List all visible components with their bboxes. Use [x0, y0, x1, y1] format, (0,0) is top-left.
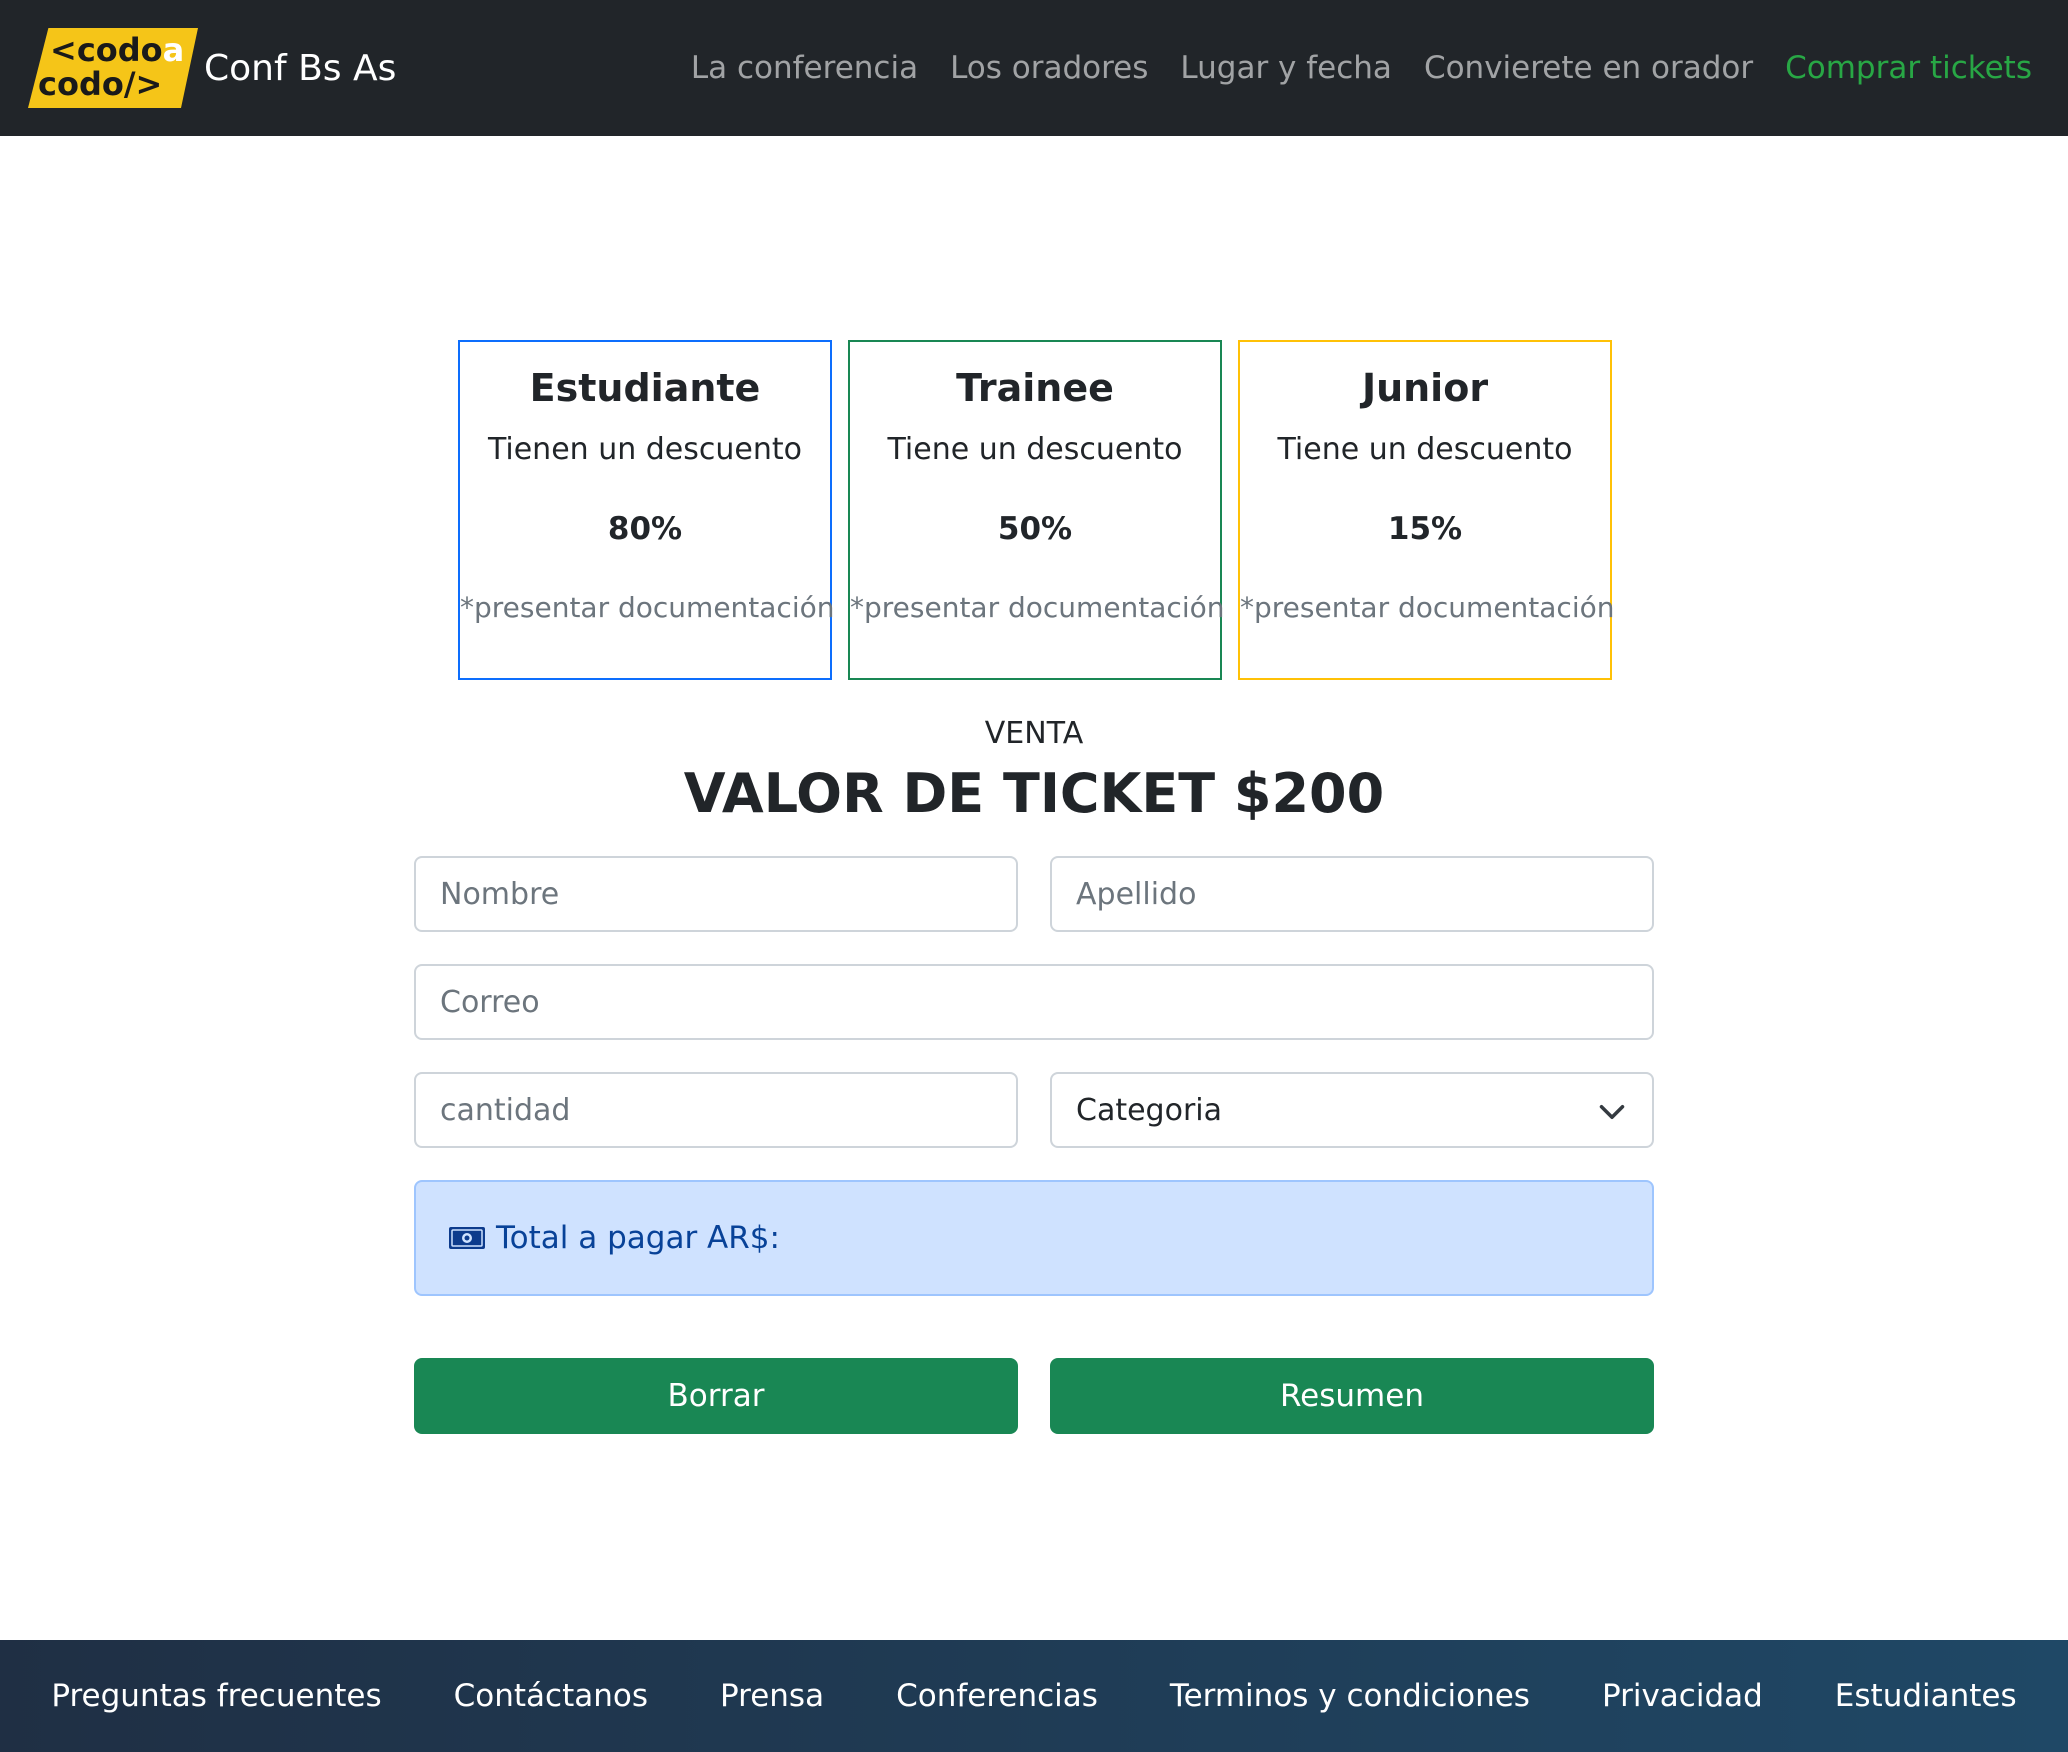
card-note: *presentar documentación: [1240, 591, 1615, 624]
nav-link-comprar-tickets[interactable]: Comprar tickets: [1785, 50, 2032, 86]
footer-link-preguntas-frecuentes[interactable]: Preguntas frecuentes: [51, 1678, 381, 1714]
card-title: Junior: [1361, 366, 1489, 410]
logo-text-accent: a: [162, 31, 185, 69]
nombre-input[interactable]: [414, 856, 1018, 932]
logo-text-line1: <codo: [50, 31, 163, 69]
borrar-button[interactable]: Borrar: [414, 1358, 1018, 1434]
card-note: *presentar documentación: [460, 591, 835, 624]
card-subtitle: Tiene un descuento: [1277, 432, 1573, 467]
categoria-selected-value: Categoria: [1076, 1092, 1223, 1128]
logo-text-line2: codo/>: [38, 65, 163, 103]
discount-cards: Estudiante Tienen un descuento 80% *pres…: [458, 340, 1615, 680]
apellido-input[interactable]: [1050, 856, 1654, 932]
nav-link-los-oradores[interactable]: Los oradores: [950, 50, 1148, 86]
card-subtitle: Tiene un descuento: [887, 432, 1183, 467]
card-title: Estudiante: [529, 366, 761, 410]
main-nav: La conferencia Los oradores Lugar y fech…: [659, 0, 2032, 136]
total-label: Total a pagar AR$:: [496, 1220, 780, 1256]
card-title: Trainee: [956, 366, 1114, 410]
footer-link-estudiantes[interactable]: Estudiantes: [1835, 1678, 2017, 1714]
resumen-button[interactable]: Resumen: [1050, 1358, 1654, 1434]
card-estudiante: Estudiante Tienen un descuento 80% *pres…: [458, 340, 835, 680]
footer-link-prensa[interactable]: Prensa: [720, 1678, 824, 1714]
brand-link[interactable]: <codoa codo/> Conf Bs As: [28, 28, 396, 108]
card-trainee: Trainee Tiene un descuento 50% *presenta…: [848, 340, 1225, 680]
card-subtitle: Tienen un descuento: [487, 432, 802, 467]
total-alert: Total a pagar AR$:: [414, 1180, 1654, 1296]
cantidad-input[interactable]: [414, 1072, 1018, 1148]
footer-link-conferencias[interactable]: Conferencias: [896, 1678, 1098, 1714]
card-note: *presentar documentación: [850, 591, 1225, 624]
footer-link-terminos[interactable]: Terminos y condiciones: [1170, 1678, 1530, 1714]
chevron-down-icon: [1599, 1105, 1625, 1119]
card-discount: 80%: [607, 511, 683, 547]
card-junior: Junior Tiene un descuento 15% *presentar…: [1238, 340, 1615, 680]
codo-a-codo-logo: <codoa codo/>: [28, 28, 198, 108]
sale-label: VENTA: [984, 716, 1084, 751]
money-icon: [449, 1227, 485, 1249]
footer-link-contactanos[interactable]: Contáctanos: [454, 1678, 648, 1714]
nav-link-lugar-y-fecha[interactable]: Lugar y fecha: [1180, 50, 1392, 86]
nav-link-la-conferencia[interactable]: La conferencia: [691, 50, 918, 86]
categoria-select[interactable]: Categoria: [1050, 1072, 1654, 1148]
brand-title: Conf Bs As: [204, 47, 397, 89]
nav-link-convierete-en-orador[interactable]: Convierete en orador: [1424, 50, 1753, 86]
footer: Preguntas frecuentes Contáctanos Prensa …: [0, 1640, 2068, 1752]
ticket-price-title: VALOR DE TICKET $200: [683, 762, 1385, 825]
navbar: <codoa codo/> Conf Bs As La conferencia …: [0, 0, 2068, 136]
card-discount: 50%: [997, 511, 1073, 547]
footer-link-privacidad[interactable]: Privacidad: [1602, 1678, 1763, 1714]
correo-input[interactable]: [414, 964, 1654, 1040]
card-discount: 15%: [1387, 511, 1463, 547]
